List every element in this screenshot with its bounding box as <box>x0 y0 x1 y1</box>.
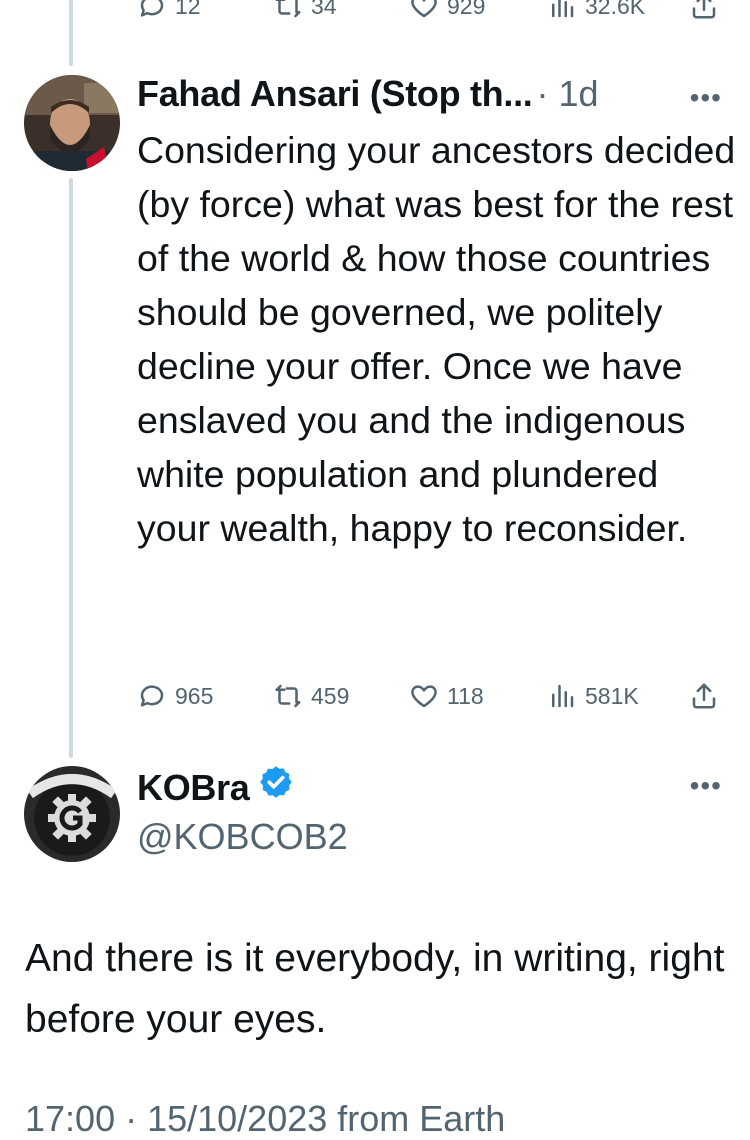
share-icon <box>692 0 716 19</box>
views-icon <box>552 0 574 18</box>
retweet-button[interactable]: 34 <box>273 0 337 26</box>
previous-tweet-actions: 12 34 929 32.6K <box>137 0 727 26</box>
reply-author-name[interactable]: Fahad Ansari (Stop th... <box>137 73 533 115</box>
reply-tweet-actions: 965 459 118 581K <box>137 676 727 716</box>
thread-line-middle <box>69 178 73 758</box>
like-count: 929 <box>447 0 486 19</box>
reply-icon <box>140 0 164 17</box>
views-icon <box>552 684 574 708</box>
reply-icon <box>140 685 164 707</box>
like-button[interactable]: 118 <box>409 676 484 716</box>
reply-more-button[interactable]: ••• <box>690 82 722 114</box>
main-author-name[interactable]: KOBra <box>137 767 250 809</box>
reply-count: 12 <box>175 0 201 19</box>
reply-button[interactable]: 12 <box>137 0 201 26</box>
reply-button[interactable]: 965 <box>137 676 213 716</box>
kobra-avatar[interactable] <box>24 766 120 862</box>
views-button[interactable]: 581K <box>547 676 639 716</box>
like-count: 118 <box>447 682 484 709</box>
retweet-count: 34 <box>311 0 337 19</box>
views-button[interactable]: 32.6K <box>547 0 645 26</box>
views-count: 581K <box>585 682 639 709</box>
fahad-avatar-image <box>24 75 120 171</box>
share-button[interactable] <box>689 0 719 26</box>
share-icon <box>692 683 716 709</box>
heart-icon <box>411 0 437 18</box>
reply-tweet-text: Considering your ancestors decided (by f… <box>137 129 736 549</box>
heart-icon <box>411 685 437 708</box>
retweet-icon <box>275 0 301 18</box>
retweet-count: 459 <box>311 682 350 709</box>
main-author-handle[interactable]: @KOBCOB2 <box>137 816 348 858</box>
thread-line-top <box>69 0 73 66</box>
kobra-avatar-image <box>24 766 120 862</box>
main-tweet-header: KOBra <box>137 764 294 809</box>
main-more-button[interactable]: ••• <box>690 770 722 802</box>
retweet-button[interactable]: 459 <box>273 676 349 716</box>
main-tweet-timestamp[interactable]: 17:00 · 15/10/2023 from Earth <box>25 1098 505 1140</box>
verified-badge-icon <box>259 766 292 798</box>
reply-count: 965 <box>175 682 214 709</box>
fahad-avatar[interactable] <box>24 75 120 171</box>
like-button[interactable]: 929 <box>409 0 485 26</box>
retweet-icon <box>275 684 301 708</box>
views-count: 32.6K <box>585 0 646 19</box>
reply-tweet-header: Fahad Ansari (Stop th... · 1d <box>137 73 599 115</box>
share-button[interactable] <box>689 676 719 716</box>
reply-timestamp[interactable]: · 1d <box>536 73 598 115</box>
main-tweet-text: And there is it everybody, in writing, r… <box>25 937 725 1041</box>
